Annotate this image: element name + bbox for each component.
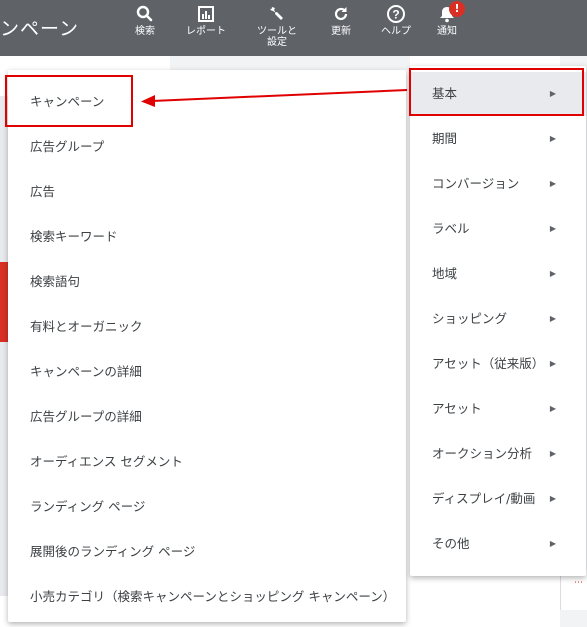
category-label[interactable]: ラベル ▶ [410, 207, 586, 251]
category-region-label: 地域 [432, 266, 458, 281]
category-conversion[interactable]: コンバージョン ▶ [410, 162, 586, 206]
highlight-box-campaign [5, 75, 133, 127]
help-button[interactable]: ? ヘルプ [368, 4, 424, 37]
menu-item-retail-category[interactable]: 小売カテゴリ（検索キャンペーンとショッピング キャンペーン） [8, 575, 406, 619]
category-auction-insights-label: オークション分析 [432, 446, 533, 461]
chevron-right-icon: ▶ [549, 494, 556, 503]
report-category-menu: 基本 ▶ 期間 ▶ コンバージョン ▶ ラベル ▶ 地域 ▶ ショッピング ▶ … [410, 66, 586, 576]
category-assets-legacy[interactable]: アセット（従来版） ▶ [410, 342, 586, 386]
chevron-right-icon: ▶ [549, 314, 556, 323]
help-icon: ? [387, 5, 405, 23]
chevron-right-icon: ▶ [549, 449, 556, 458]
report-tool-label: レポート [186, 26, 226, 37]
search-icon [136, 5, 153, 22]
search-tool-label: 検索 [135, 26, 155, 37]
wrench-icon [270, 7, 283, 20]
report-icon [198, 6, 214, 22]
menu-item-expanded-landing[interactable]: 展開後のランディング ページ [8, 530, 406, 574]
category-assets-label: アセット [432, 401, 482, 416]
background-card [560, 570, 587, 610]
chevron-right-icon: ▶ [549, 539, 556, 548]
background-strip [170, 56, 410, 70]
background-dots: ⋯ [574, 578, 584, 588]
category-conversion-label: コンバージョン [432, 176, 520, 191]
chevron-right-icon: ▶ [549, 359, 556, 368]
chevron-right-icon: ▶ [549, 269, 556, 278]
category-display-video-label: ディスプレイ/動画 [432, 491, 536, 506]
svg-text:?: ? [392, 8, 399, 22]
page-title: ンペーン [0, 18, 80, 40]
notification-badge: ! [449, 1, 465, 17]
menu-item-landing-pages[interactable]: ランディング ページ [8, 485, 406, 529]
menu-item-search-keywords[interactable]: 検索キーワード [8, 215, 406, 259]
refresh-button[interactable]: 更新 [313, 4, 369, 37]
category-assets[interactable]: アセット ▶ [410, 387, 586, 431]
category-period-label: 期間 [432, 131, 458, 146]
highlight-box-basic [409, 68, 584, 116]
notifications-label: 通知 [437, 26, 457, 37]
menu-item-ad-group[interactable]: 広告グループ [8, 125, 406, 169]
category-display-video[interactable]: ディスプレイ/動画 ▶ [410, 477, 586, 521]
top-app-bar: ンペーン 検索 レポート ツールと 設定 更新 ? ヘルプ ! 通知 [0, 0, 587, 56]
category-shopping-label: ショッピング [432, 311, 508, 326]
tools-settings-button[interactable]: ツールと 設定 [249, 4, 305, 48]
report-type-menu: キャンペーン 広告グループ 広告 検索キーワード 検索語句 有料とオーガニック … [8, 70, 406, 622]
search-tool-button[interactable]: 検索 [117, 4, 173, 37]
report-tool-button[interactable]: レポート [178, 4, 234, 37]
chevron-right-icon: ▶ [549, 134, 556, 143]
menu-item-audience-segments[interactable]: オーディエンス セグメント [8, 440, 406, 484]
category-period[interactable]: 期間 ▶ [410, 117, 586, 161]
menu-item-ad-group-details[interactable]: 広告グループの詳細 [8, 395, 406, 439]
chevron-right-icon: ▶ [549, 404, 556, 413]
category-label-label: ラベル [432, 221, 470, 236]
category-shopping[interactable]: ショッピング ▶ [410, 297, 586, 341]
refresh-icon [334, 7, 348, 21]
category-other[interactable]: その他 ▶ [410, 522, 586, 566]
notifications-button[interactable]: ! 通知 [419, 1, 475, 37]
category-other-label: その他 [432, 536, 470, 551]
chevron-right-icon: ▶ [549, 224, 556, 233]
category-region[interactable]: 地域 ▶ [410, 252, 586, 296]
chevron-right-icon: ▶ [549, 179, 556, 188]
menu-item-paid-organic[interactable]: 有料とオーガニック [8, 305, 406, 349]
tools-settings-label: ツールと 設定 [257, 26, 297, 48]
menu-item-ad[interactable]: 広告 [8, 170, 406, 214]
category-assets-legacy-label: アセット（従来版） [432, 356, 545, 371]
help-label: ヘルプ [381, 26, 411, 37]
refresh-label: 更新 [331, 26, 351, 37]
category-auction-insights[interactable]: オークション分析 ▶ [410, 432, 586, 476]
menu-item-campaign-details[interactable]: キャンペーンの詳細 [8, 350, 406, 394]
menu-item-search-terms[interactable]: 検索語句 [8, 260, 406, 304]
